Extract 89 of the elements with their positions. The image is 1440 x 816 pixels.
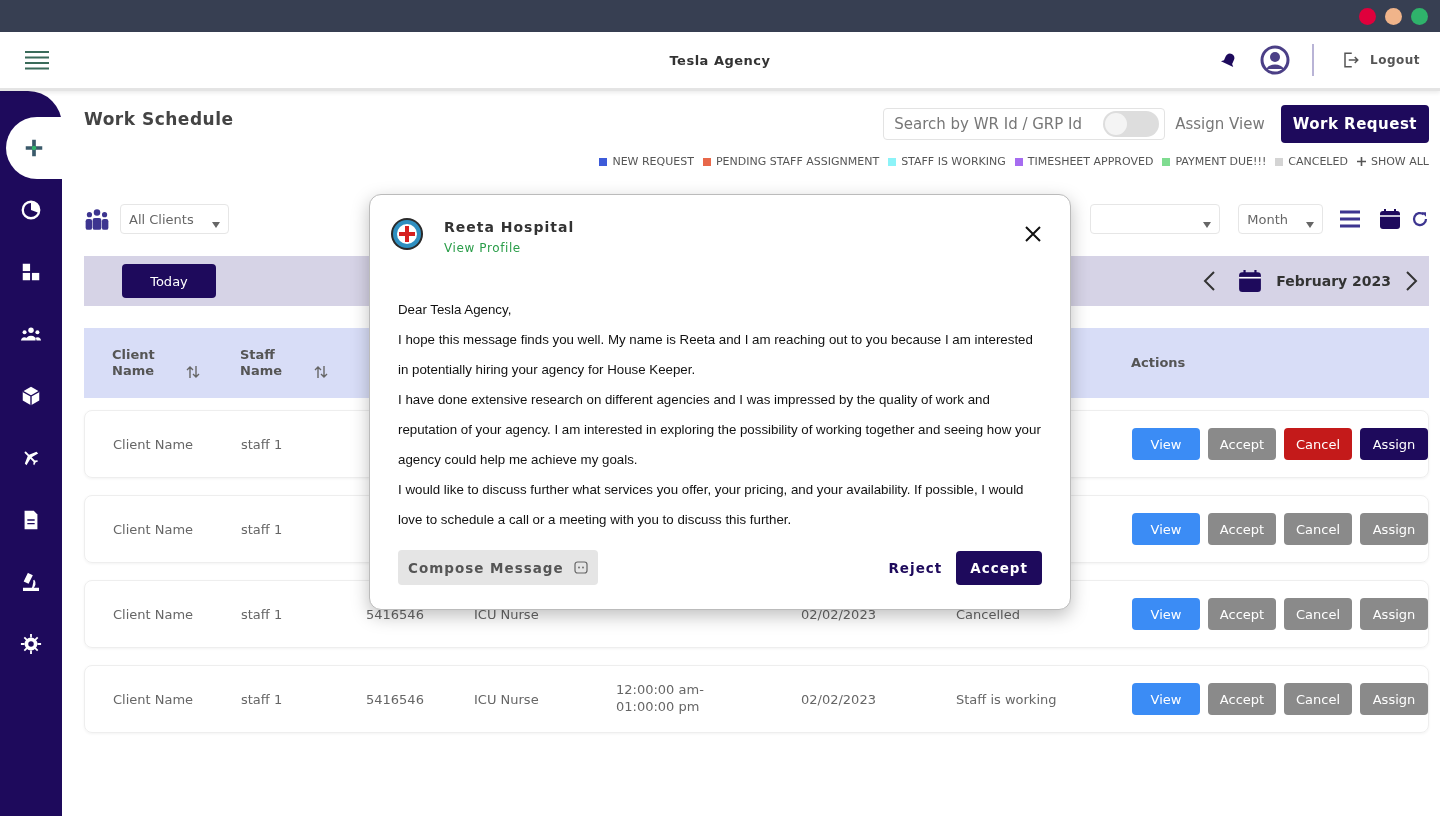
toggle-label: Assign View [1175,115,1265,133]
legend-label: TIMESHEET APPROVED [1027,155,1154,168]
plus-icon [1356,157,1366,166]
table-cell-text: Staff is working [956,691,1058,707]
compose-message-button[interactable]: Compose Message [398,550,598,585]
table-cell-text: Client Name [113,521,195,537]
avatar-icon[interactable] [1260,45,1290,75]
view-profile-link[interactable]: View Profile [444,241,575,255]
view-button[interactable]: View [1132,598,1200,630]
column-header: Client Name [112,347,156,379]
reject-button[interactable]: Reject [888,559,943,576]
toggle-switch[interactable] [1103,111,1160,137]
table-cell-text: 12:00:00 am-01:00:00 pm [616,682,705,716]
table-cell-text: staff 1 [241,606,284,622]
calendar-icon [1238,269,1263,293]
assign-button[interactable]: Assign [1360,683,1428,715]
pie-chart-icon [20,199,42,221]
page-title: Work Schedule [84,109,234,129]
chat-icon [573,561,588,574]
accept-button[interactable]: Accept [1208,428,1276,460]
sort-icon[interactable] [314,364,328,379]
sender-name: Reeta Hospital [444,219,575,235]
today-button[interactable]: Today [122,264,216,298]
period-dropdown[interactable]: Month [1238,204,1323,234]
chevron-left-icon[interactable] [1202,270,1217,292]
settings-icon [20,633,42,655]
table-cell-text: 5416546 [366,691,425,707]
accept-button[interactable]: Accept [1208,513,1276,545]
message-paragraph: I hope this message finds you well. My name is Reeta and I am reaching out to you because I am interested in potentially hiring your agency for House Keeper. [398,331,1034,379]
legend-label: NEW REQUEST [612,155,694,168]
view-button[interactable]: View [1132,683,1200,715]
message-paragraph: I would like to discuss further what services you offer, your pricing, and your availability. If possible, I would love to schedule a call or a meeting with you to discuss this further. [398,481,1025,529]
logout-button[interactable]: Logout [1336,50,1426,70]
month-label: February 2023 [1276,273,1391,289]
list-view-icon[interactable] [1339,209,1361,229]
caret-icon [211,222,220,228]
table-cell-text: staff 1 [241,436,284,452]
table-cell-text: 02/02/2023 [801,691,877,707]
table-cell-text: Cancelled [956,606,1021,622]
column-header: Actions [1131,355,1187,371]
table-cell-text: Client Name [113,606,195,622]
calendar-icon[interactable] [1379,208,1401,230]
cancel-button[interactable]: Cancel [1284,513,1352,545]
assign-button[interactable]: Assign [1360,428,1428,460]
table-cell-text: ICU Nurse [474,691,540,707]
legend-label: CANCELED [1288,155,1348,168]
logout-icon [1342,51,1360,69]
chevron-right-icon[interactable] [1405,270,1419,292]
message-greeting: Dear Tesla Agency, [398,301,513,319]
window-control[interactable] [1411,7,1428,25]
cube-icon [20,385,42,407]
close-icon[interactable] [1024,225,1042,243]
caret-icon [1203,222,1212,228]
hospital-logo-icon [390,217,424,251]
window-control[interactable] [1385,7,1402,25]
work-request-button[interactable]: Work Request [1280,105,1429,143]
legend-label: PENDING STAFF ASSIGNMENT [715,155,880,168]
microscope-icon [20,571,42,593]
team-icon [84,207,110,231]
view-button[interactable]: View [1132,513,1200,545]
app-title: Tesla Agency [669,52,771,68]
table-cell-text: staff 1 [241,521,284,537]
cancel-button[interactable]: Cancel [1284,428,1352,460]
view-button[interactable]: View [1132,428,1200,460]
caret-icon [1306,222,1314,228]
table-cell-text: 5416546 [366,606,425,622]
client-dropdown[interactable]: All Clients [120,204,229,234]
refresh-icon[interactable] [1411,210,1429,228]
accept-button[interactable]: Accept [956,550,1042,585]
medical-cross-icon [23,137,45,159]
legend-label[interactable]: SHOW ALL [1370,155,1429,168]
table-cell-text: staff 1 [241,691,284,707]
table-cell-text: Client Name [113,436,195,452]
column-header: Staff Name [240,347,283,379]
accept-button[interactable]: Accept [1208,598,1276,630]
table-cell-text: 02/02/2023 [801,606,877,622]
assign-button[interactable]: Assign [1360,513,1428,545]
legend-label: STAFF IS WORKING [901,155,1006,168]
table-cell-text: Client Name [113,691,195,707]
assign-button[interactable]: Assign [1360,598,1428,630]
legend-label: PAYMENT DUE!!! [1175,155,1267,168]
message-paragraph: I have done extensive research on different agencies and I was impressed by the quality of work and reputation of your agency. I am interested in exploring the possibility of working together and seeing how your agency could help me achieve my goals. [398,391,1042,469]
blocks-icon [20,261,42,283]
menu-icon[interactable] [24,50,50,70]
accept-button[interactable]: Accept [1208,683,1276,715]
sort-icon[interactable] [186,364,200,379]
table-cell-text: ICU Nurse [474,606,540,622]
cancel-button[interactable]: Cancel [1284,598,1352,630]
cancel-button[interactable]: Cancel [1284,683,1352,715]
